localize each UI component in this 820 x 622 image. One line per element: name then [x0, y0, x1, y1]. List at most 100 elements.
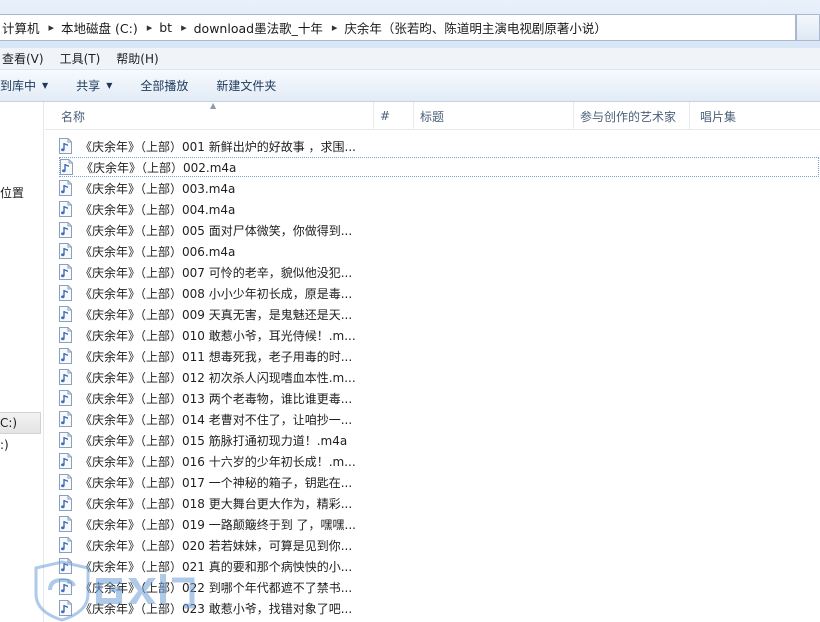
column-header-row: ▲ 名称 # 标题 参与创作的艺术家 唱片集: [45, 101, 820, 130]
nav-item-drive[interactable]: :): [0, 438, 9, 452]
breadcrumb-separator-icon[interactable]: ▸: [142, 21, 158, 34]
audio-file-icon: [59, 285, 72, 301]
file-row[interactable]: 《庆余年》（上部）011 想毒死我，老子用毒的时...: [59, 346, 369, 366]
file-name: 《庆余年》（上部）012 初次杀人闪现嗜血本性.m...: [80, 370, 356, 385]
audio-file-icon: [59, 411, 72, 427]
breadcrumb-bt[interactable]: bt: [157, 20, 176, 35]
file-name: 《庆余年》（上部）004.m4a: [80, 202, 236, 217]
file-row[interactable]: 《庆余年》（上部）001 新鲜出炉的好故事 ，求围...: [59, 136, 369, 156]
column-header-album[interactable]: 唱片集: [690, 102, 820, 130]
audio-file-icon: [59, 516, 72, 532]
address-bar-region: 计算机 ▸ 本地磁盘 (C:) ▸ bt ▸ download墨法歌_十年 ▸ …: [0, 0, 820, 48]
breadcrumb-computer[interactable]: 计算机: [0, 18, 44, 37]
file-name: 《庆余年》（上部）009 天真无害，是鬼魅还是天...: [80, 307, 353, 322]
breadcrumb-local-disk[interactable]: 本地磁盘 (C:): [59, 18, 142, 37]
file-row[interactable]: 《庆余年》（上部）014 老曹对不住了，让咱抄一...: [59, 409, 369, 429]
audio-file-icon: [59, 306, 72, 322]
breadcrumb-separator-icon[interactable]: ▸: [176, 21, 192, 34]
audio-file-icon: [59, 138, 72, 154]
file-row[interactable]: 《庆余年》（上部）010 敢惹小爷，耳光侍候！.m...: [59, 325, 369, 345]
column-header-number[interactable]: #: [374, 102, 414, 130]
audio-file-icon: [59, 453, 72, 469]
file-name: 《庆余年》（上部）016 十六岁的少年初长成！.m...: [80, 454, 356, 469]
audio-file-icon: [59, 243, 72, 259]
audio-file-icon: [59, 180, 72, 196]
file-row[interactable]: 《庆余年》（上部）017 一个神秘的箱子，钥匙在...: [59, 472, 369, 492]
file-row-selected[interactable]: 《庆余年》（上部）002.m4a: [59, 157, 819, 177]
command-toolbar: 到库中 ▼ 共享 ▼ 全部播放 新建文件夹: [0, 70, 820, 102]
nav-item-drive-c: C:): [0, 416, 18, 430]
column-artist-label: 参与创作的艺术家: [580, 109, 677, 124]
menu-help[interactable]: 帮助(H): [114, 50, 166, 67]
file-name: 《庆余年》（上部）007 可怜的老辛，貌似他没犯...: [80, 265, 353, 280]
audio-file-icon: [59, 432, 72, 448]
share-label: 共享: [76, 79, 101, 93]
column-header-artist[interactable]: 参与创作的艺术家: [574, 102, 690, 130]
menu-bar: 查看(V) 工具(T) 帮助(H): [0, 48, 820, 70]
file-name: 《庆余年》（上部）003.m4a: [80, 181, 236, 196]
audio-file-icon: [59, 348, 72, 364]
file-name: 《庆余年》（上部）006.m4a: [80, 244, 236, 259]
file-name: 《庆余年》（上部）019 一路颠簸终于到 了，嘿嘿...: [80, 517, 356, 532]
breadcrumb-current-folder[interactable]: 庆余年（张若昀、陈道明主演电视剧原著小说）: [342, 18, 611, 37]
address-bar[interactable]: 计算机 ▸ 本地磁盘 (C:) ▸ bt ▸ download墨法歌_十年 ▸ …: [0, 14, 796, 41]
share-button[interactable]: 共享 ▼: [62, 77, 126, 94]
audio-file-icon: [59, 495, 72, 511]
file-row[interactable]: 《庆余年》（上部）018 更大舞台更大作为，精彩...: [59, 493, 369, 513]
file-name: 《庆余年》（上部）005 面对尸体微笑，你做得到...: [80, 223, 353, 238]
dropdown-arrow-icon: ▼: [106, 81, 113, 90]
file-name: 《庆余年》（上部）002.m4a: [81, 160, 237, 175]
file-row[interactable]: 《庆余年》（上部）013 两个老毒物，谁比谁更毒...: [59, 388, 369, 408]
file-row[interactable]: 《庆余年》（上部）019 一路颠簸终于到 了，嘿嘿...: [59, 514, 369, 534]
file-row[interactable]: 《庆余年》（上部）009 天真无害，是鬼魅还是天...: [59, 304, 369, 324]
file-row[interactable]: 《庆余年》（上部）015 筋脉打通初现力道！.m4a: [59, 430, 369, 450]
column-number-label: #: [380, 109, 391, 123]
watermark-logo-icon: [34, 560, 195, 622]
column-album-label: 唱片集: [700, 109, 737, 124]
file-row[interactable]: 《庆余年》（上部）020 若若妹妹，可算是见到你...: [59, 535, 369, 555]
include-in-library-button[interactable]: 到库中 ▼: [0, 77, 62, 94]
audio-file-icon: [60, 159, 73, 175]
new-folder-label: 新建文件夹: [216, 79, 277, 93]
nav-item-location[interactable]: 位置: [0, 184, 24, 201]
file-name: 《庆余年》（上部）011 想毒死我，老子用毒的时...: [80, 349, 353, 364]
column-header-title[interactable]: 标题: [414, 102, 574, 130]
file-row[interactable]: 《庆余年》（上部）003.m4a: [59, 178, 369, 198]
audio-file-icon: [59, 390, 72, 406]
file-row[interactable]: 《庆余年》（上部）012 初次杀人闪现嗜血本性.m...: [59, 367, 369, 387]
audio-file-icon: [59, 537, 72, 553]
audio-file-icon: [59, 201, 72, 217]
file-name: 《庆余年》（上部）008 小小少年初长成，原是毒...: [80, 286, 353, 301]
breadcrumb-download[interactable]: download墨法歌_十年: [192, 18, 327, 37]
file-name: 《庆余年》（上部）020 若若妹妹，可算是见到你...: [80, 538, 353, 553]
file-row[interactable]: 《庆余年》（上部）004.m4a: [59, 199, 369, 219]
navigation-pane: 位置 C:) :): [0, 102, 44, 622]
include-in-library-label: 到库中: [0, 79, 37, 93]
audio-file-icon: [59, 264, 72, 280]
menu-view[interactable]: 查看(V): [0, 50, 52, 67]
file-row[interactable]: 《庆余年》（上部）008 小小少年初长成，原是毒...: [59, 283, 369, 303]
breadcrumb-separator-icon[interactable]: ▸: [44, 21, 60, 34]
menu-tools[interactable]: 工具(T): [58, 50, 109, 67]
file-row[interactable]: 《庆余年》（上部）007 可怜的老辛，貌似他没犯...: [59, 262, 369, 282]
nav-item-selected[interactable]: C:): [0, 412, 41, 434]
file-name: 《庆余年》（上部）013 两个老毒物，谁比谁更毒...: [80, 391, 353, 406]
play-all-button[interactable]: 全部播放: [126, 77, 202, 94]
file-name: 《庆余年》（上部）001 新鲜出炉的好故事 ，求围...: [80, 139, 356, 154]
file-name: 《庆余年》（上部）015 筋脉打通初现力道！.m4a: [80, 433, 348, 448]
address-dropdown-button[interactable]: [796, 14, 820, 41]
new-folder-button[interactable]: 新建文件夹: [202, 77, 290, 94]
file-row[interactable]: 《庆余年》（上部）005 面对尸体微笑，你做得到...: [59, 220, 369, 240]
file-row[interactable]: 《庆余年》（上部）016 十六岁的少年初长成！.m...: [59, 451, 369, 471]
file-name: 《庆余年》（上部）017 一个神秘的箱子，钥匙在...: [80, 475, 353, 490]
column-title-label: 标题: [420, 109, 445, 124]
dropdown-arrow-icon: ▼: [42, 81, 49, 90]
column-header-name[interactable]: 名称: [45, 102, 374, 130]
file-row[interactable]: 《庆余年》（上部）006.m4a: [59, 241, 369, 261]
column-name-label: 名称: [61, 109, 86, 124]
file-name: 《庆余年》（上部）018 更大舞台更大作为，精彩...: [80, 496, 353, 511]
breadcrumb-separator-icon[interactable]: ▸: [327, 21, 343, 34]
audio-file-icon: [59, 369, 72, 385]
audio-file-icon: [59, 222, 72, 238]
audio-file-icon: [59, 327, 72, 343]
